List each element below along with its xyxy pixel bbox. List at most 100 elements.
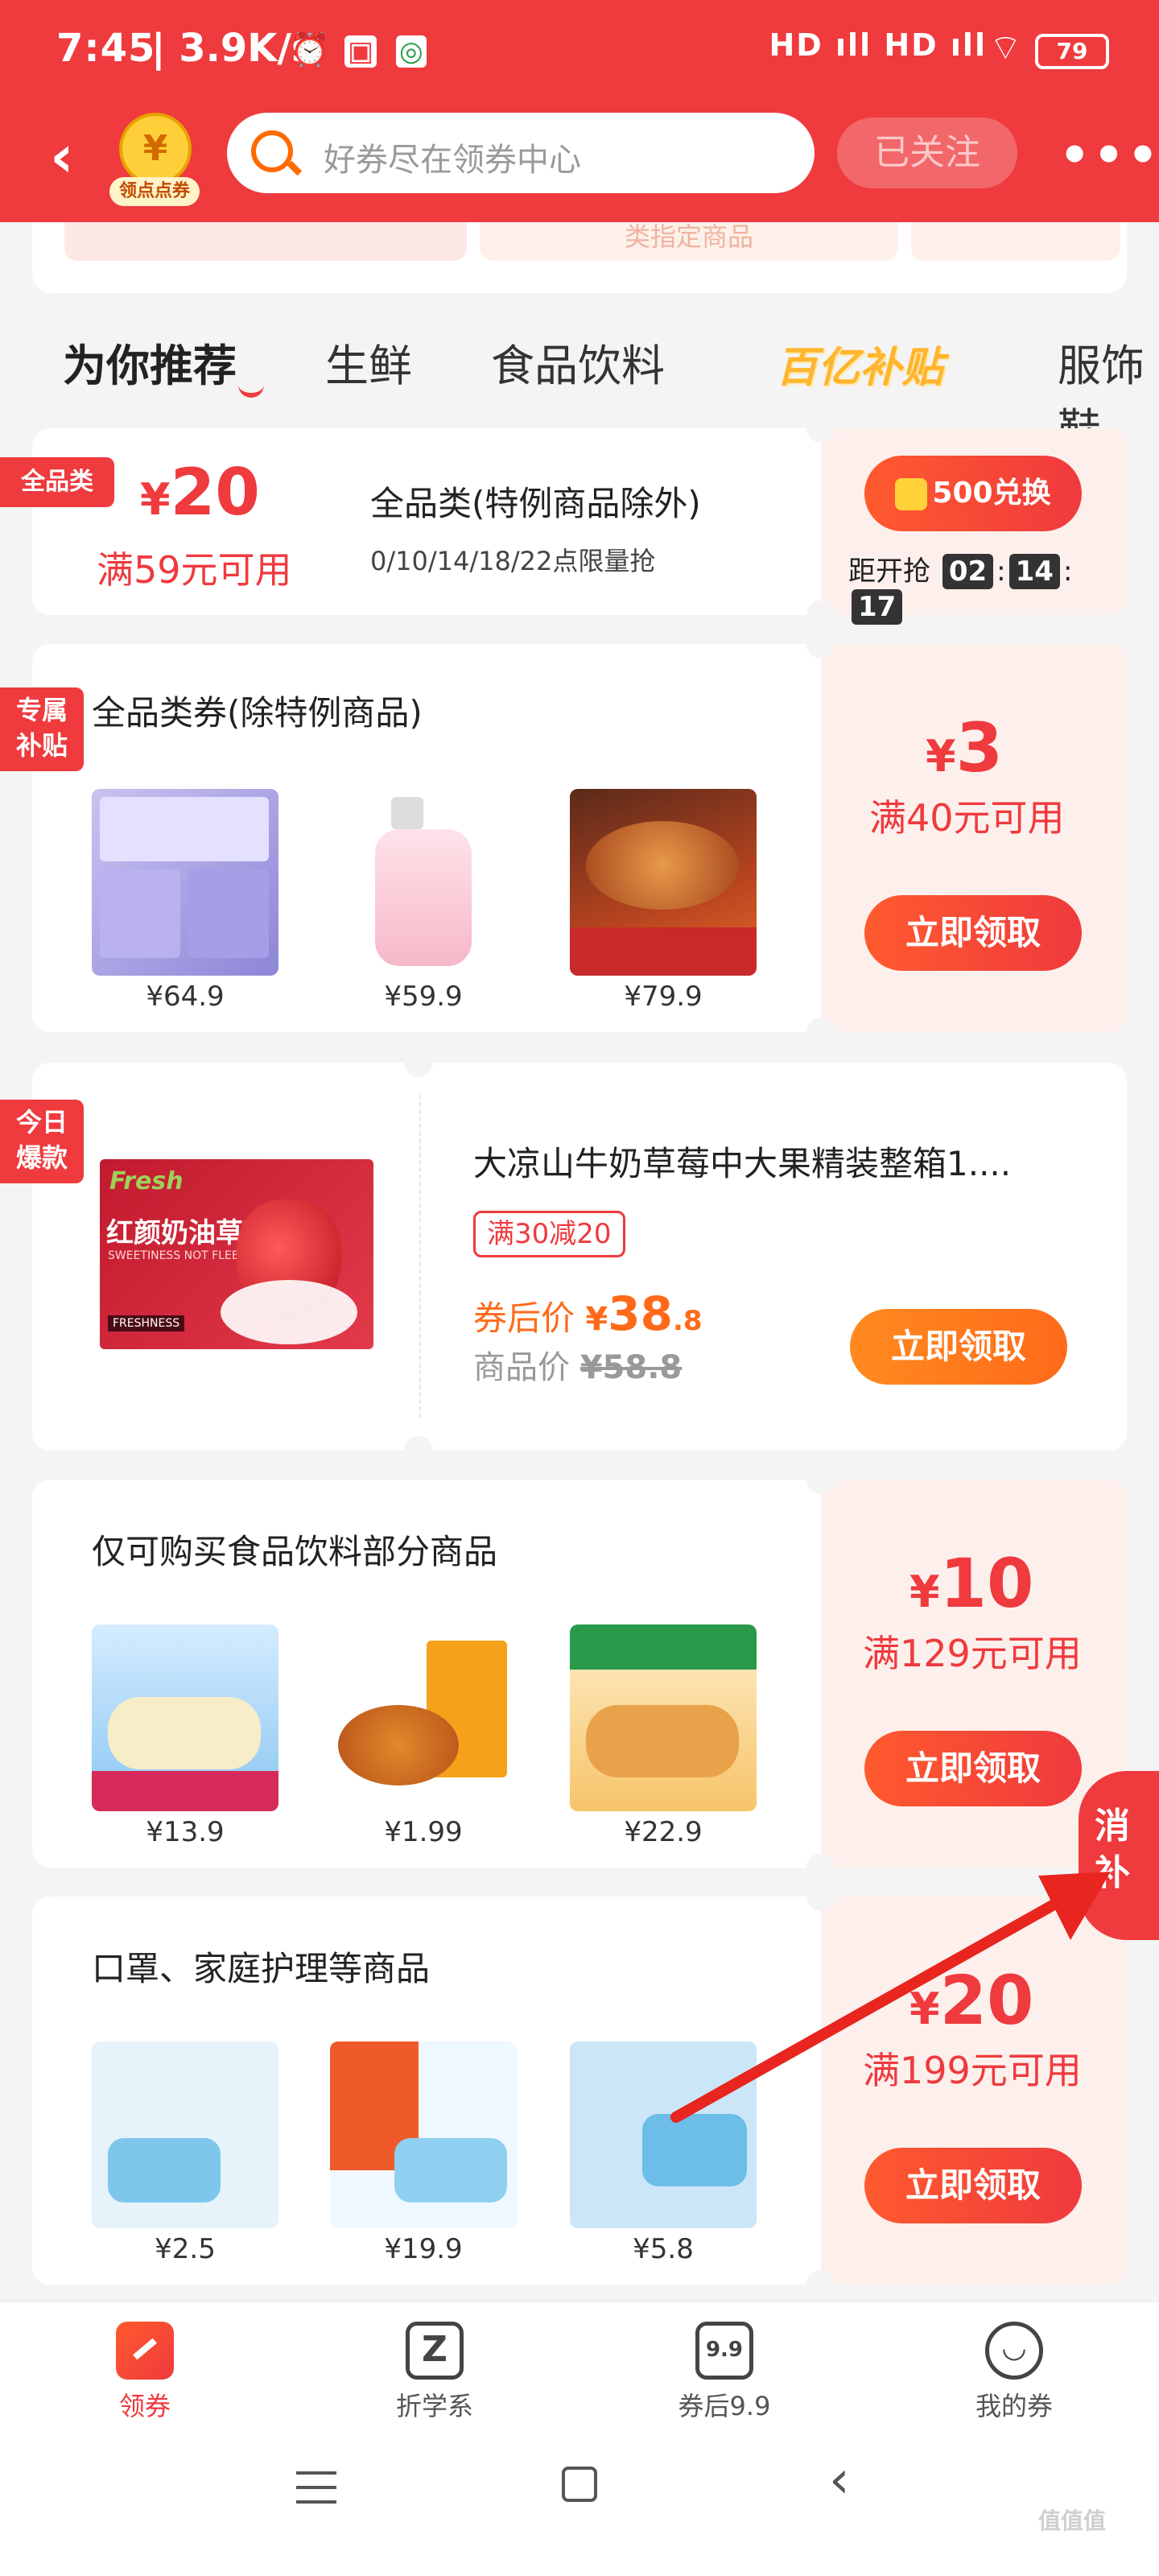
product-image-snack [330,1624,517,1811]
claim-button[interactable]: 立即领取 [864,2148,1082,2223]
status-time: 7:45 [56,26,156,71]
product-item[interactable]: ¥5.8 [570,2041,757,2265]
coupon-condition: 满129元可用 [863,1632,1082,1675]
tag-today-hot: 今日 爆款 [0,1100,84,1183]
tag-exclusive-subsidy: 专属 补贴 [0,687,84,771]
price-tag-icon: 9.9 [695,2322,753,2380]
product-price: ¥2.5 [155,2233,216,2265]
menu-icon[interactable] [296,2471,336,2504]
countdown-minutes: 14 [1008,554,1060,589]
banner-segment[interactable]: 类指定商品 [480,222,898,261]
product-image-bread [92,1624,278,1811]
product-item[interactable]: ¥1.99 [330,1624,517,1848]
product-image-strawberry: Fresh 红颜奶油草莓 SWEETINESS NOT FLEETING FRE… [100,1159,373,1349]
countdown-label: 距开抢 [848,555,930,588]
exchange-button[interactable]: 500兑换 [864,456,1082,531]
coupon-card-exclusive[interactable]: 专属 补贴 全品类券(除特例商品) ¥64.9 ¥59.9 ¥79.9 ¥3 满4… [0,630,1127,1046]
deal-card-strawberry[interactable]: 今日 爆款 Fresh 红颜奶油草莓 SWEETINESS NOT FLEETIN… [0,1048,1127,1465]
product-item[interactable]: ¥59.9 [330,789,517,1013]
floating-subsidy-badge[interactable]: 消补 [1079,1771,1159,1940]
coin-points-label: 领点点券 [109,177,200,206]
product-price: ¥5.8 [633,2233,694,2265]
coupon-amount: ¥20 [140,455,260,530]
product-item[interactable]: ¥22.9 [570,1624,757,1848]
nav-after-coupon-99[interactable]: 9.9 券后9.9 [644,2322,805,2423]
coupon-card-masks[interactable]: 口罩、家庭护理等商品 ¥2.5 ¥19.9 ¥5.8 ¥20 满199元可用 立… [32,1882,1127,2299]
nav-zhexuexi[interactable]: Z 折学系 [354,2322,515,2423]
product-item[interactable]: ¥19.9 [330,2041,517,2265]
watermark: 值值值 [1038,2508,1107,2534]
search-icon [251,130,293,172]
coin-icon: ¥ [119,113,192,185]
product-item[interactable]: ¥2.5 [92,2041,278,2265]
deal-title: 大凉山牛奶草莓中大果精装整箱1.... [473,1144,1012,1183]
banner-segment[interactable] [911,222,1120,261]
search-placeholder: 好券尽在领券中心 [324,142,581,179]
banner-segment[interactable] [64,222,467,261]
more-options-icon[interactable]: ••• [1059,127,1159,184]
countdown: 距开抢 02:14:17 [848,554,1073,625]
product-item[interactable]: ¥64.9 [92,789,278,1013]
z-icon: Z [406,2322,464,2380]
product-price: ¥1.99 [384,1816,463,1848]
signal-icon: HD ıll HD ıll [769,27,987,63]
product-image-body-wash [330,789,517,976]
original-price: 商品价 ¥58.8 [473,1349,683,1386]
product-image-mask [92,2041,278,2228]
after-coupon-price: 券后价 ¥38.8 [473,1286,703,1341]
search-input[interactable]: 好券尽在领券中心 [227,113,815,193]
countdown-hours: 02 [942,554,994,589]
coupon-amount: ¥3 [926,708,1004,787]
coupon-condition: 满40元可用 [869,796,1065,840]
product-item[interactable]: ¥79.9 [570,789,757,1013]
product-image-mask [570,2041,757,2228]
status-bar: 7:45 | 3.9K/s ⏰ ▣ ◎ HD ıll HD ıll ⌔ 79 [0,0,1159,103]
follow-button[interactable]: 已关注 [837,118,1017,188]
header-bar: ‹ ¥ 领点点券 好券尽在领券中心 已关注 ••• [0,103,1159,222]
promo-banner-strip: 类指定商品 [32,222,1127,293]
back-arrow-icon[interactable]: ‹ [50,127,89,187]
coupon-tab-icon [116,2322,174,2380]
nav-coupons[interactable]: 领券 [64,2322,225,2423]
product-item[interactable]: ¥13.9 [92,1624,278,1848]
category-tabs: 为你推荐 生鲜 食品饮料 百亿补贴 服饰鞋 [0,314,1159,455]
active-tab-indicator [238,383,264,398]
claim-button[interactable]: 立即领取 [864,1731,1082,1806]
coupon-condition: 满59元可用 [97,548,292,592]
coupon-amount: ¥20 [909,1961,1034,2040]
product-image-mask [330,2041,517,2228]
product-image-tissues [92,789,278,976]
product-image-meat-pack [570,789,757,976]
back-icon[interactable]: ‹ [829,2450,850,2510]
claim-button[interactable]: 立即领取 [850,1309,1067,1385]
tab-recommended[interactable]: 为你推荐 [63,330,237,394]
alarm-icon: ⏰ [290,31,330,68]
nav-my-coupons[interactable]: ◡ 我的券 [934,2322,1095,2423]
home-icon[interactable] [562,2467,597,2502]
tag-all-category: 全品类 [0,457,114,507]
tab-subsidy[interactable]: 百亿补贴 [776,333,943,394]
product-price: ¥64.9 [146,980,225,1013]
discount-badge: 满30减20 [473,1211,625,1257]
claim-button[interactable]: 立即领取 [864,895,1082,971]
coupon-title: 全品类(特例商品除外) [370,484,701,523]
coupon-title: 全品类券(除特例商品) [92,693,423,733]
coupon-card-all-category[interactable]: 全品类 ¥20 满59元可用 全品类(特例商品除外) 0/10/14/18/22… [0,414,1127,630]
battery-icon: 79 [1035,34,1109,69]
wifi-icon: ⌔ [988,27,1022,68]
coupon-condition: 满199元可用 [863,2049,1082,2092]
tab-food-drinks[interactable]: 食品饮料 [491,330,665,394]
coin-icon [895,478,928,510]
tab-fresh[interactable]: 生鲜 [325,330,412,394]
countdown-seconds: 17 [852,589,903,625]
product-image-pastry [570,1624,757,1811]
app-notification-icon-2: ◎ [396,35,427,68]
coupon-title: 仅可购买食品饮料部分商品 [92,1532,498,1571]
coupon-subtitle: 0/10/14/18/22点限量抢 [370,546,656,576]
coin-points-button[interactable]: ¥ 领点点券 [109,113,200,206]
app-notification-icon: ▣ [344,35,377,68]
smile-icon: ◡ [985,2322,1043,2380]
coupon-amount: ¥10 [909,1544,1034,1623]
system-nav-bar: ‹ [0,2429,1159,2576]
coupon-card-food[interactable]: 仅可购买食品饮料部分商品 ¥13.9 ¥1.99 ¥22.9 ¥10 满129元… [32,1465,1127,1882]
